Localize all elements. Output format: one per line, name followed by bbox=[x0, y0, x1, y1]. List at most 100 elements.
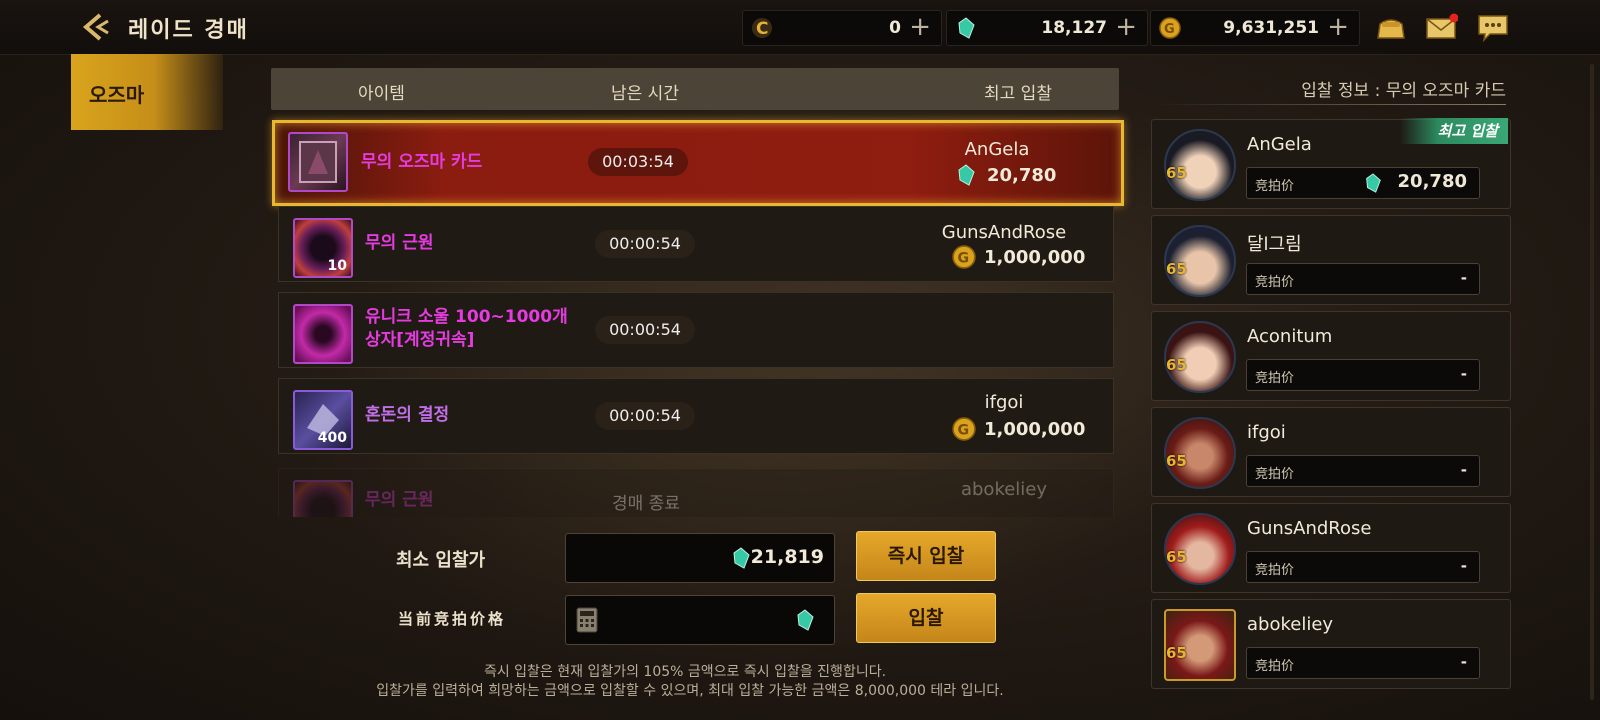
level-badge: 65 bbox=[1166, 452, 1187, 470]
chaos-crystal-item-icon: 400 bbox=[293, 390, 353, 450]
min-bid-label: 최소 입찰가 bbox=[396, 550, 486, 571]
level-badge: 65 bbox=[1166, 356, 1187, 374]
bid-label: 竞拍价 bbox=[1255, 659, 1295, 674]
svg-text:G: G bbox=[957, 250, 969, 266]
item-name: 무의 근원 bbox=[365, 233, 434, 253]
bidder-card: 65 abokeliey 竞拍价 - bbox=[1151, 599, 1511, 689]
item-count: 10 bbox=[327, 258, 347, 274]
bidder-card: 65 Aconitum 竞拍价 - bbox=[1151, 311, 1511, 401]
coin-c-icon: C bbox=[752, 18, 772, 39]
chat-icon[interactable] bbox=[1476, 12, 1510, 42]
bid-value: 1,000,000 bbox=[984, 247, 1086, 268]
top-bidder-name: GunsAndRose bbox=[941, 222, 1067, 243]
bid-value-box: 竞拍价 - bbox=[1246, 263, 1480, 295]
header-time: 남은 시간 bbox=[611, 84, 679, 104]
bid-button[interactable]: 입찰 bbox=[856, 593, 996, 643]
soul-box-item-icon bbox=[293, 304, 353, 364]
tera-value: 18,127 bbox=[1041, 18, 1107, 38]
tera-gem-icon bbox=[1366, 173, 1381, 193]
auction-ended-label: 경매 종료 bbox=[612, 494, 680, 514]
top-bidder-name: AnGela bbox=[964, 139, 1030, 160]
bidder-name: AnGela bbox=[1247, 134, 1312, 155]
add-tera-button[interactable]: + bbox=[1115, 12, 1137, 42]
bid-label: 竞拍价 bbox=[1255, 563, 1295, 578]
bid-value-box: 竞拍价 - bbox=[1246, 551, 1480, 583]
item-name: 무의 오즈마 카드 bbox=[361, 152, 483, 172]
scrollbar[interactable] bbox=[1590, 64, 1594, 700]
auction-list-clip: 무의 근원 경매 종료 abokeliey bbox=[270, 462, 1120, 517]
top-bidder-name: abokeliey bbox=[960, 479, 1048, 500]
header-item: 아이템 bbox=[358, 84, 405, 104]
gold-value: 9,631,251 bbox=[1223, 18, 1319, 38]
top-bar: 레이드 경매 C 0 + 18,127 + G 9,631,251 + bbox=[0, 0, 1600, 55]
item-name-line1: 유니크 소울 100~1000개 bbox=[365, 307, 568, 327]
time-remaining: 00:00:54 bbox=[595, 316, 695, 344]
bidder-name: Aconitum bbox=[1247, 326, 1333, 347]
bidder-name: ifgoi bbox=[1247, 422, 1286, 443]
coin-c-value: 0 bbox=[889, 18, 901, 38]
bid-value-box: 竞拍价 20,780 bbox=[1246, 167, 1480, 199]
svg-text:G: G bbox=[957, 422, 969, 438]
bid-value-box: 竞拍价 - bbox=[1246, 647, 1480, 679]
add-gold-button[interactable]: + bbox=[1327, 12, 1349, 42]
auction-row-origin-ended[interactable]: 무의 근원 경매 종료 abokeliey bbox=[278, 468, 1114, 517]
tera-gem-icon bbox=[733, 547, 750, 569]
bid-value-box: 竞拍价 - bbox=[1246, 455, 1480, 487]
bid-value: - bbox=[1460, 461, 1467, 479]
item-name: 무의 근원 bbox=[365, 490, 434, 510]
instant-bid-note: 즉시 입찰은 현재 입찰가의 105% 금액으로 즉시 입찰을 진행합니다. bbox=[483, 664, 887, 680]
bidder-card: 65 달l그림 竞拍价 - bbox=[1151, 215, 1511, 305]
min-bid-field: 21,819 bbox=[565, 533, 835, 583]
tera-gem-icon bbox=[958, 17, 975, 39]
min-bid-value: 21,819 bbox=[750, 546, 824, 568]
top-bid-badge: 최고 입찰 bbox=[1400, 118, 1508, 144]
bid-label: 竞拍价 bbox=[1255, 179, 1295, 194]
category-tab-label: 오즈마 bbox=[89, 83, 145, 107]
bid-value: - bbox=[1460, 557, 1467, 575]
bid-label: 竞拍价 bbox=[1255, 275, 1295, 290]
back-arrow-icon[interactable] bbox=[80, 11, 112, 43]
gold-coin-icon: G bbox=[952, 417, 976, 441]
currency-coin-c: C 0 + bbox=[742, 10, 942, 46]
mail-icon[interactable] bbox=[1424, 12, 1458, 42]
auction-row-origin[interactable]: 10 무의 근원 00:00:54 GunsAndRose G 1,000,00… bbox=[278, 206, 1114, 282]
bid-info-title: 입찰 정보 : 무의 오즈마 카드 bbox=[1301, 81, 1506, 101]
bid-value: 1,000,000 bbox=[984, 419, 1086, 440]
time-remaining: 00:00:54 bbox=[595, 230, 695, 258]
bidder-card: 65 GunsAndRose 竞拍价 - bbox=[1151, 503, 1511, 593]
bid-info-divider bbox=[1150, 104, 1506, 105]
page-title: 레이드 경매 bbox=[128, 18, 249, 43]
currency-tera: 18,127 + bbox=[946, 10, 1148, 46]
item-count: 400 bbox=[317, 430, 347, 446]
bid-label: 竞拍价 bbox=[1255, 371, 1295, 386]
svg-text:C: C bbox=[756, 19, 768, 39]
add-coin-c-button[interactable]: + bbox=[909, 12, 931, 42]
instant-bid-button[interactable]: 즉시 입찰 bbox=[856, 531, 996, 581]
currency-gold: G 9,631,251 + bbox=[1150, 10, 1360, 46]
tera-gem-icon bbox=[958, 164, 975, 186]
time-remaining: 00:03:54 bbox=[588, 148, 688, 176]
bid-value: - bbox=[1460, 365, 1467, 383]
bid-label: 竞拍价 bbox=[1255, 467, 1295, 482]
bidder-name: GunsAndRose bbox=[1247, 518, 1372, 539]
auction-table-header: 아이템 남은 시간 최고 입찰 bbox=[271, 68, 1119, 110]
origin-item-icon: 10 bbox=[293, 218, 353, 278]
item-name-line2: 상자[계정귀속] bbox=[365, 330, 475, 350]
time-remaining: 00:00:54 bbox=[595, 402, 695, 430]
auction-row-chaos-crystal[interactable]: 400 혼돈의 결정 00:00:54 ifgoi G 1,000,000 bbox=[278, 378, 1114, 454]
tera-gem-icon bbox=[797, 609, 814, 631]
ozma-card-item-icon bbox=[288, 132, 348, 192]
bid-value-box: 竞拍价 - bbox=[1246, 359, 1480, 391]
bid-value: - bbox=[1460, 653, 1467, 671]
level-badge: 65 bbox=[1166, 644, 1187, 662]
auction-row-ozma-card[interactable]: 무의 오즈마 카드 00:03:54 AnGela 20,780 bbox=[272, 120, 1124, 206]
category-tab-ozma[interactable]: 오즈마 bbox=[71, 54, 223, 130]
bidder-card: 65 AnGela 최고 입찰 竞拍价 20,780 bbox=[1151, 118, 1511, 209]
current-bid-label: 当前竞拍价格 bbox=[398, 610, 507, 628]
calculator-icon[interactable] bbox=[576, 607, 598, 633]
bid-amount-input[interactable] bbox=[565, 595, 835, 645]
bidder-name: abokeliey bbox=[1247, 614, 1334, 635]
pouch-icon[interactable] bbox=[1374, 12, 1408, 42]
bidder-name: 달l그림 bbox=[1247, 234, 1302, 255]
auction-row-unique-soul-box[interactable]: 유니크 소울 100~1000개 상자[계정귀속] 00:00:54 bbox=[278, 292, 1114, 368]
